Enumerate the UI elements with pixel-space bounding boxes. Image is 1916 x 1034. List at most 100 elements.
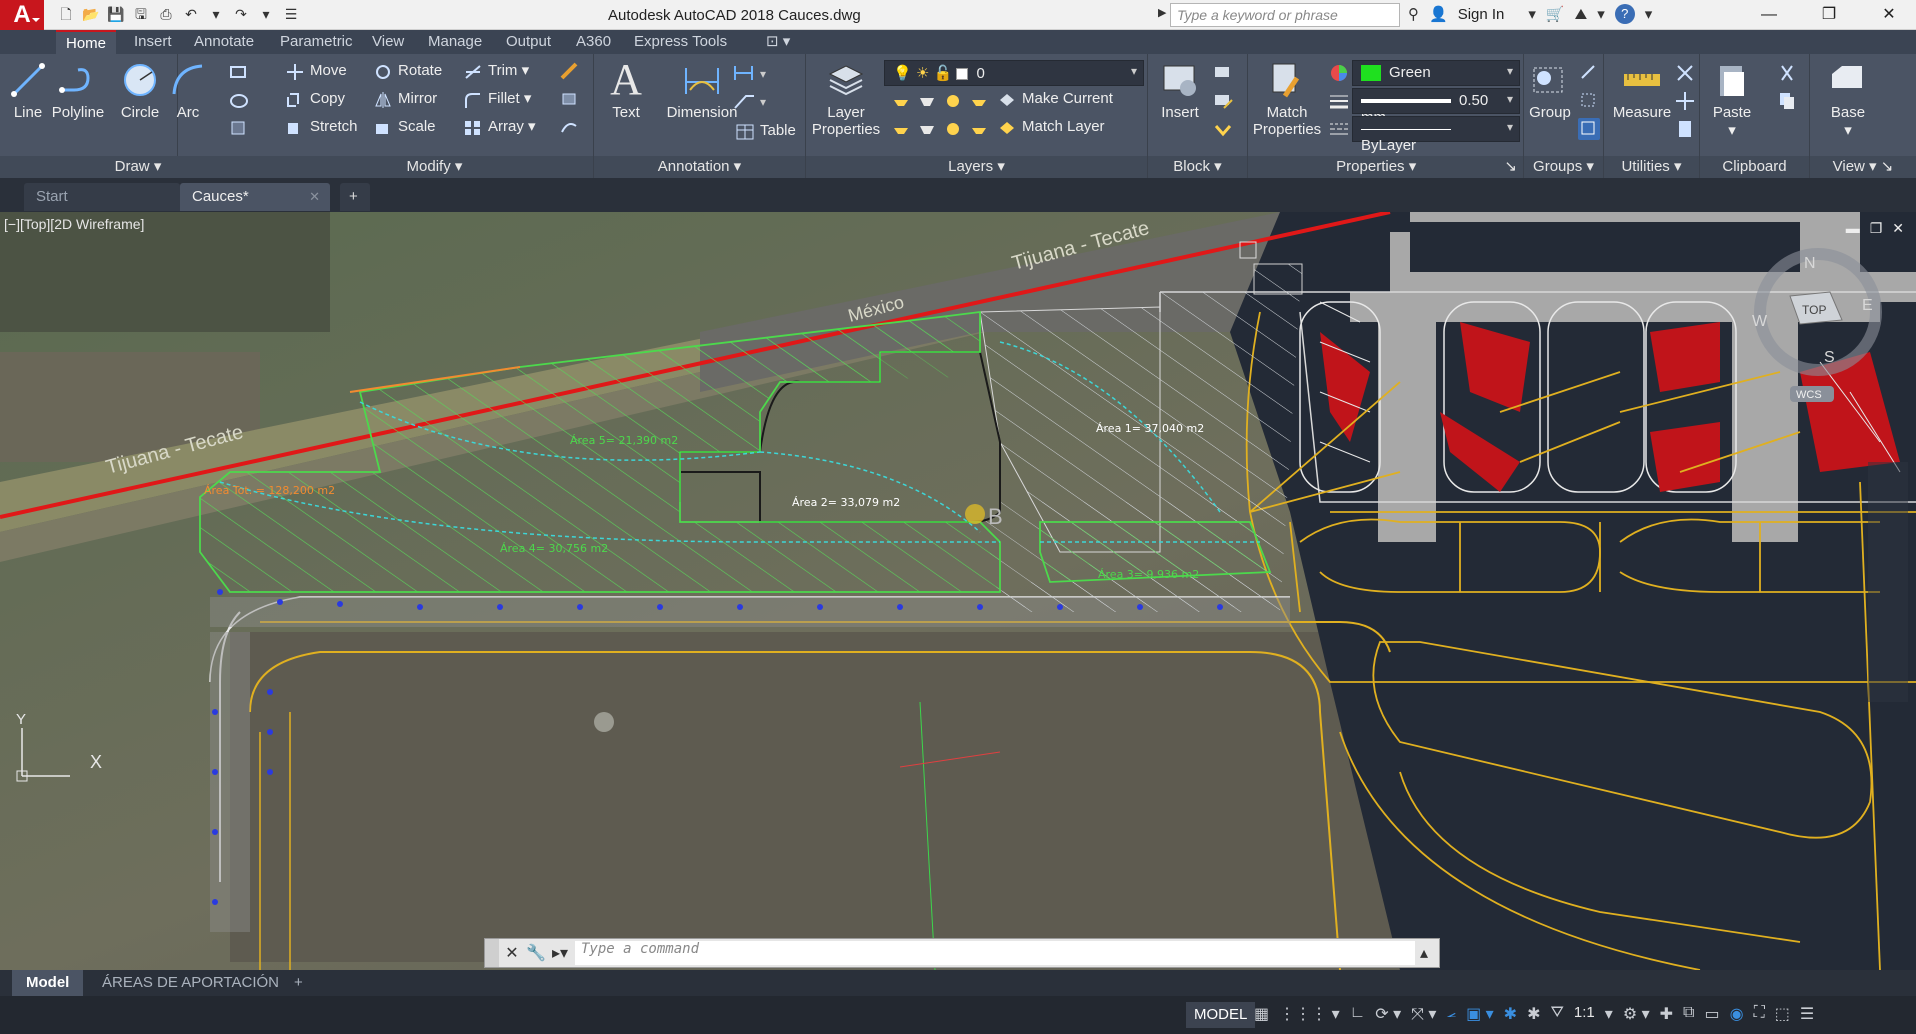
ribbon-overflow-icon[interactable]: ↘	[1881, 158, 1894, 175]
rotate-button[interactable]: Rotate	[370, 58, 442, 84]
isodraft-icon[interactable]: ⤧ ▾	[1411, 1004, 1436, 1024]
group-button[interactable]: Group	[1524, 60, 1576, 121]
graphics-performance-icon[interactable]: ◉	[1730, 1004, 1744, 1024]
add-layout-button[interactable]: +	[280, 970, 317, 996]
hatch-icon[interactable]	[228, 90, 250, 112]
annotation-panel-title[interactable]: Annotation ▾	[594, 156, 805, 178]
layer-freeze-icon[interactable]	[942, 90, 964, 112]
minimize-button[interactable]: —	[1746, 0, 1792, 30]
annotation-monitor-icon[interactable]: ✚	[1660, 1004, 1673, 1024]
tab-output[interactable]: Output	[496, 30, 561, 54]
grid-icon[interactable]: ▦	[1254, 1004, 1269, 1024]
group-selection-icon[interactable]	[1578, 118, 1600, 140]
color-dropdown[interactable]: Green	[1352, 60, 1520, 86]
properties-panel-title[interactable]: Properties ▾ ↘	[1248, 156, 1523, 178]
base-view-button[interactable]: Base ▾	[1816, 60, 1880, 139]
tab-insert[interactable]: Insert	[124, 30, 182, 54]
new-tab-button[interactable]: +	[340, 183, 370, 211]
paste-button[interactable]: Paste ▾	[1700, 60, 1764, 139]
copy-clip-icon[interactable]	[1776, 90, 1798, 112]
viewcube-top-face[interactable]: TOP	[1802, 303, 1826, 317]
erase-icon[interactable]	[558, 60, 580, 82]
viewcube-east[interactable]: E	[1862, 297, 1873, 314]
command-history-icon[interactable]: ▴	[1413, 943, 1435, 965]
navigation-bar[interactable]	[1868, 462, 1908, 702]
recent-commands-icon[interactable]: ▸▾	[549, 943, 571, 965]
new-file-icon[interactable]: 🗋	[56, 4, 76, 24]
mirror-button[interactable]: Mirror	[370, 86, 437, 112]
layer-unisolate-icon[interactable]	[916, 118, 938, 140]
ribbon-display-toggle-icon[interactable]: ⊡ ▾	[756, 30, 800, 54]
id-point-icon[interactable]	[1674, 90, 1696, 112]
customize-qat-icon[interactable]: ☰	[281, 4, 301, 24]
tab-home[interactable]: Home	[56, 30, 117, 54]
array-button[interactable]: Array ▾	[460, 114, 536, 140]
match-properties-button[interactable]: Match Properties	[1250, 60, 1324, 138]
area-3-label[interactable]: Área 3= 9,936 m2	[1098, 568, 1199, 581]
scale-dropdown-icon[interactable]: ▾	[1605, 1004, 1613, 1024]
area-total-label[interactable]: Área Tot. = 128,200 m2	[204, 484, 335, 497]
workspace-gear-icon[interactable]: ⚙ ▾	[1623, 1004, 1650, 1024]
stretch-button[interactable]: Stretch	[282, 114, 358, 140]
annotation-scale-value[interactable]: 1:1	[1574, 1004, 1595, 1024]
object-snap-tracking-icon[interactable]: ⦟	[1446, 1004, 1456, 1024]
offset-icon[interactable]	[558, 116, 580, 138]
layer-unlock-icon[interactable]	[968, 118, 990, 140]
circle-button[interactable]: Circle	[108, 60, 172, 121]
table-button[interactable]: Table	[732, 118, 796, 144]
snap-icon[interactable]: ⋮⋮⋮ ▾	[1279, 1004, 1339, 1024]
annotation-visibility-icon[interactable]: ✱	[1504, 1004, 1517, 1024]
save-icon[interactable]: 💾	[106, 4, 126, 24]
layer-isolate-icon[interactable]	[916, 90, 938, 112]
leader-icon[interactable]: ▾	[732, 62, 772, 84]
expand-arrow-icon[interactable]: ▶	[1158, 6, 1166, 19]
sign-in-dropdown-icon[interactable]: ▾	[1528, 5, 1536, 23]
utilities-panel-title[interactable]: Utilities ▾	[1604, 156, 1699, 178]
close-command-line-icon[interactable]: ✕	[501, 943, 523, 965]
sign-in-link[interactable]: Sign In	[1458, 6, 1505, 23]
area-1-label[interactable]: Área 1= 37,040 m2	[1096, 422, 1204, 435]
make-current-button[interactable]: Make Current	[994, 86, 1113, 112]
lineweight-dropdown[interactable]: 0.50 mm	[1352, 88, 1520, 126]
area-5-label[interactable]: Área 5= 21,390 m2	[570, 434, 678, 447]
viewport-restore-icon[interactable]: ❐	[1870, 220, 1883, 237]
rectangle-icon[interactable]	[228, 62, 250, 84]
layer-thaw-icon[interactable]	[942, 118, 964, 140]
redo-dropdown-icon[interactable]: ▾	[256, 4, 276, 24]
edit-block-icon[interactable]	[1212, 90, 1234, 112]
isolate-objects-icon[interactable]: ⛶	[1754, 1004, 1765, 1024]
open-file-icon[interactable]: 📂	[81, 4, 101, 24]
arc-button[interactable]: Arc	[164, 60, 212, 121]
print-icon[interactable]: ⎙	[156, 4, 176, 24]
object-snap-icon[interactable]: ▣ ▾	[1466, 1004, 1494, 1024]
undo-dropdown-icon[interactable]: ▾	[206, 4, 226, 24]
region-icon[interactable]	[228, 118, 250, 140]
block-attributes-icon[interactable]	[1212, 118, 1234, 140]
cut-icon[interactable]	[1776, 62, 1798, 84]
groups-panel-title[interactable]: Groups ▾	[1524, 156, 1603, 178]
modify-panel-title[interactable]: Modify ▾	[276, 156, 593, 178]
fullscreen-icon[interactable]: ⬚	[1775, 1004, 1790, 1024]
match-layer-button[interactable]: Match Layer	[994, 114, 1105, 140]
copy-button[interactable]: Copy	[282, 86, 345, 112]
close-window-button[interactable]: ✕	[1866, 0, 1912, 30]
fillet-button[interactable]: Fillet ▾	[460, 86, 531, 112]
command-line-grip[interactable]	[485, 939, 499, 967]
model-layout-tab[interactable]: Model	[12, 970, 84, 996]
customization-icon[interactable]: ☰	[1800, 1004, 1814, 1024]
viewport-minimize-icon[interactable]: ▬	[1846, 220, 1860, 237]
viewcube-north[interactable]: N	[1804, 255, 1816, 272]
viewcube-south[interactable]: S	[1824, 349, 1835, 366]
trim-button[interactable]: Trim ▾	[460, 58, 529, 84]
model-space-button[interactable]: MODEL	[1186, 1002, 1256, 1028]
layer-properties-button[interactable]: Layer Properties	[808, 60, 884, 138]
help-icon[interactable]: ?	[1614, 4, 1635, 24]
group-edit-icon[interactable]	[1578, 90, 1600, 112]
binoculars-icon[interactable]: ⚲	[1408, 5, 1419, 23]
create-block-icon[interactable]	[1212, 62, 1234, 84]
scale-button[interactable]: Scale	[370, 114, 436, 140]
base-dropdown-icon[interactable]: ▾	[1816, 121, 1880, 139]
viewport-close-icon[interactable]: ✕	[1892, 220, 1904, 237]
application-menu-button[interactable]: A	[0, 0, 44, 30]
explode-icon[interactable]	[558, 88, 580, 110]
